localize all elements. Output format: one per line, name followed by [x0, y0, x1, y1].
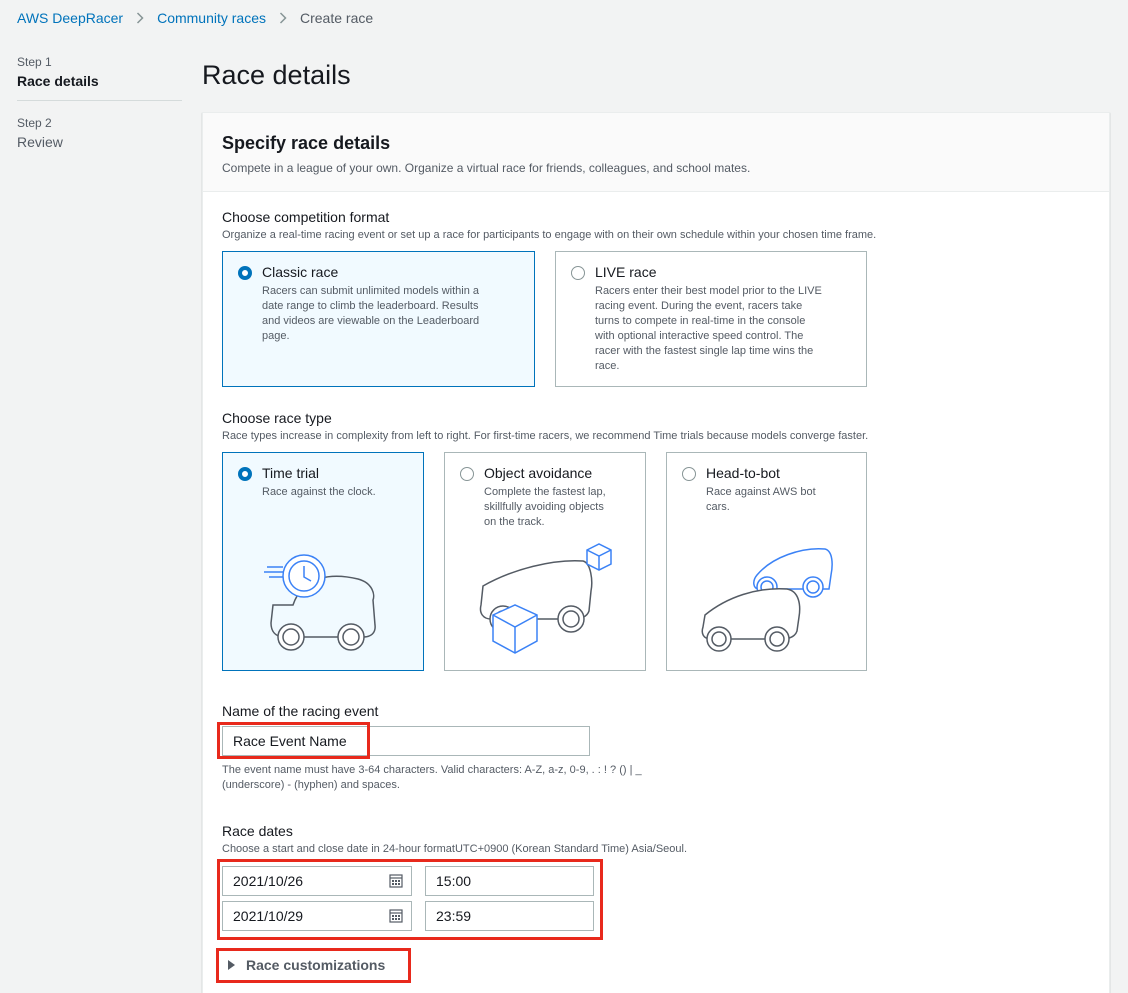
- breadcrumb: AWS DeepRacer Community races Create rac…: [17, 9, 373, 27]
- tile-desc-line: racing event. During the event, racers t…: [595, 300, 803, 312]
- tile-desc-line: with optional interactive speed control.…: [595, 330, 804, 342]
- tile-classic-race[interactable]: Classic race Racers can submit unlimited…: [222, 251, 535, 387]
- step-divider: [17, 100, 182, 101]
- step-label: Race details: [17, 73, 99, 89]
- tile-desc-line: racer with the fastest single lap time w…: [595, 345, 814, 357]
- end-time-input[interactable]: [425, 901, 594, 931]
- tile-desc-line: Racers can submit unlimited models withi…: [262, 285, 480, 297]
- container-header: Specify race details Compete in a league…: [203, 113, 1109, 192]
- step-number: Step 2: [17, 116, 52, 130]
- wizard-steps: Step 1 Race details Step 2 Review: [17, 55, 182, 150]
- race-dates-label: Race dates: [222, 823, 293, 839]
- tile-live-race[interactable]: LIVE race Racers enter their best model …: [555, 251, 867, 387]
- calendar-icon[interactable]: [389, 909, 403, 923]
- container-description: Compete in a league of your own. Organiz…: [222, 161, 751, 175]
- calendar-icon[interactable]: [389, 874, 403, 888]
- radio-live-race[interactable]: [571, 266, 585, 280]
- competition-format-description: Organize a real-time racing event or set…: [222, 229, 877, 241]
- start-date-input[interactable]: [222, 866, 412, 896]
- hint-line: (underscore) - (hyphen) and spaces.: [222, 779, 400, 791]
- event-name-hint: The event name must have 3-64 characters…: [222, 763, 642, 793]
- tile-title: Head-to-bot: [706, 465, 780, 481]
- step-label: Review: [17, 134, 63, 150]
- tile-desc-line: race.: [595, 360, 620, 372]
- tile-title: Classic race: [262, 264, 339, 280]
- two-cars-icon: [701, 548, 833, 652]
- race-type-description: Race types increase in complexity from l…: [222, 430, 869, 442]
- caret-right-icon: [228, 960, 235, 970]
- tile-desc-line: turns to compete in real-time in the con…: [595, 315, 806, 327]
- tile-description: Complete the fastest lap, skillfully avo…: [484, 485, 606, 530]
- tile-description: Race against the clock.: [262, 485, 376, 500]
- tile-desc-line: cars.: [706, 501, 730, 513]
- step-race-details[interactable]: Step 1 Race details: [17, 55, 182, 89]
- container-title: Specify race details: [222, 133, 391, 153]
- expander-label: Race customizations: [246, 957, 386, 973]
- tile-desc-line: Race against the clock.: [262, 486, 376, 498]
- end-date-input[interactable]: [222, 901, 412, 931]
- radio-time-trial[interactable]: [238, 467, 252, 481]
- breadcrumb-link-deepracer[interactable]: AWS DeepRacer: [17, 10, 123, 26]
- clock-car-icon: [264, 554, 376, 651]
- tile-desc-line: date range to climb the leaderboard. Res…: [262, 300, 479, 312]
- event-name-input[interactable]: [222, 726, 590, 756]
- tile-description: Race against AWS bot cars.: [706, 485, 816, 515]
- radio-head-to-bot[interactable]: [682, 467, 696, 481]
- step-number: Step 1: [17, 55, 52, 69]
- tile-desc-line: Race against AWS bot: [706, 486, 816, 498]
- tile-desc-line: on the track.: [484, 516, 545, 528]
- tile-desc-line: skillfully avoiding objects: [484, 501, 604, 513]
- radio-classic-race[interactable]: [238, 266, 252, 280]
- tile-desc-line: Racers enter their best model prior to t…: [595, 285, 822, 297]
- tile-desc-line: Complete the fastest lap,: [484, 486, 606, 498]
- page-title: Race details: [202, 60, 351, 90]
- tile-desc-line: and videos are viewable on the Leaderboa…: [262, 315, 480, 327]
- breadcrumb-current: Create race: [300, 10, 374, 26]
- race-type-label: Choose race type: [222, 410, 332, 426]
- competition-format-label: Choose competition format: [222, 209, 390, 225]
- race-customizations-expander[interactable]: Race customizations: [228, 957, 385, 973]
- event-name-label: Name of the racing event: [222, 703, 379, 719]
- tile-description: Racers enter their best model prior to t…: [595, 284, 822, 374]
- tile-title: Time trial: [262, 465, 320, 481]
- tile-title: Object avoidance: [484, 465, 593, 481]
- tile-desc-line: page.: [262, 330, 290, 342]
- hint-line: The event name must have 3-64 characters…: [222, 764, 642, 776]
- tile-description: Racers can submit unlimited models withi…: [262, 284, 479, 344]
- tile-object-avoidance[interactable]: Object avoidance Complete the fastest la…: [444, 452, 646, 671]
- tile-head-to-bot[interactable]: Head-to-bot Race against AWS bot cars.: [666, 452, 867, 671]
- step-review[interactable]: Step 2 Review: [17, 116, 182, 150]
- chevron-right-icon: [272, 9, 294, 27]
- breadcrumb-link-community-races[interactable]: Community races: [157, 10, 266, 26]
- box-car-icon: [479, 543, 612, 654]
- tile-time-trial[interactable]: Time trial Race against the clock.: [222, 452, 424, 671]
- chevron-right-icon: [129, 9, 151, 27]
- radio-object-avoidance[interactable]: [460, 467, 474, 481]
- start-time-input[interactable]: [425, 866, 594, 896]
- tile-title: LIVE race: [595, 264, 657, 280]
- race-dates-description: Choose a start and close date in 24-hour…: [222, 843, 688, 855]
